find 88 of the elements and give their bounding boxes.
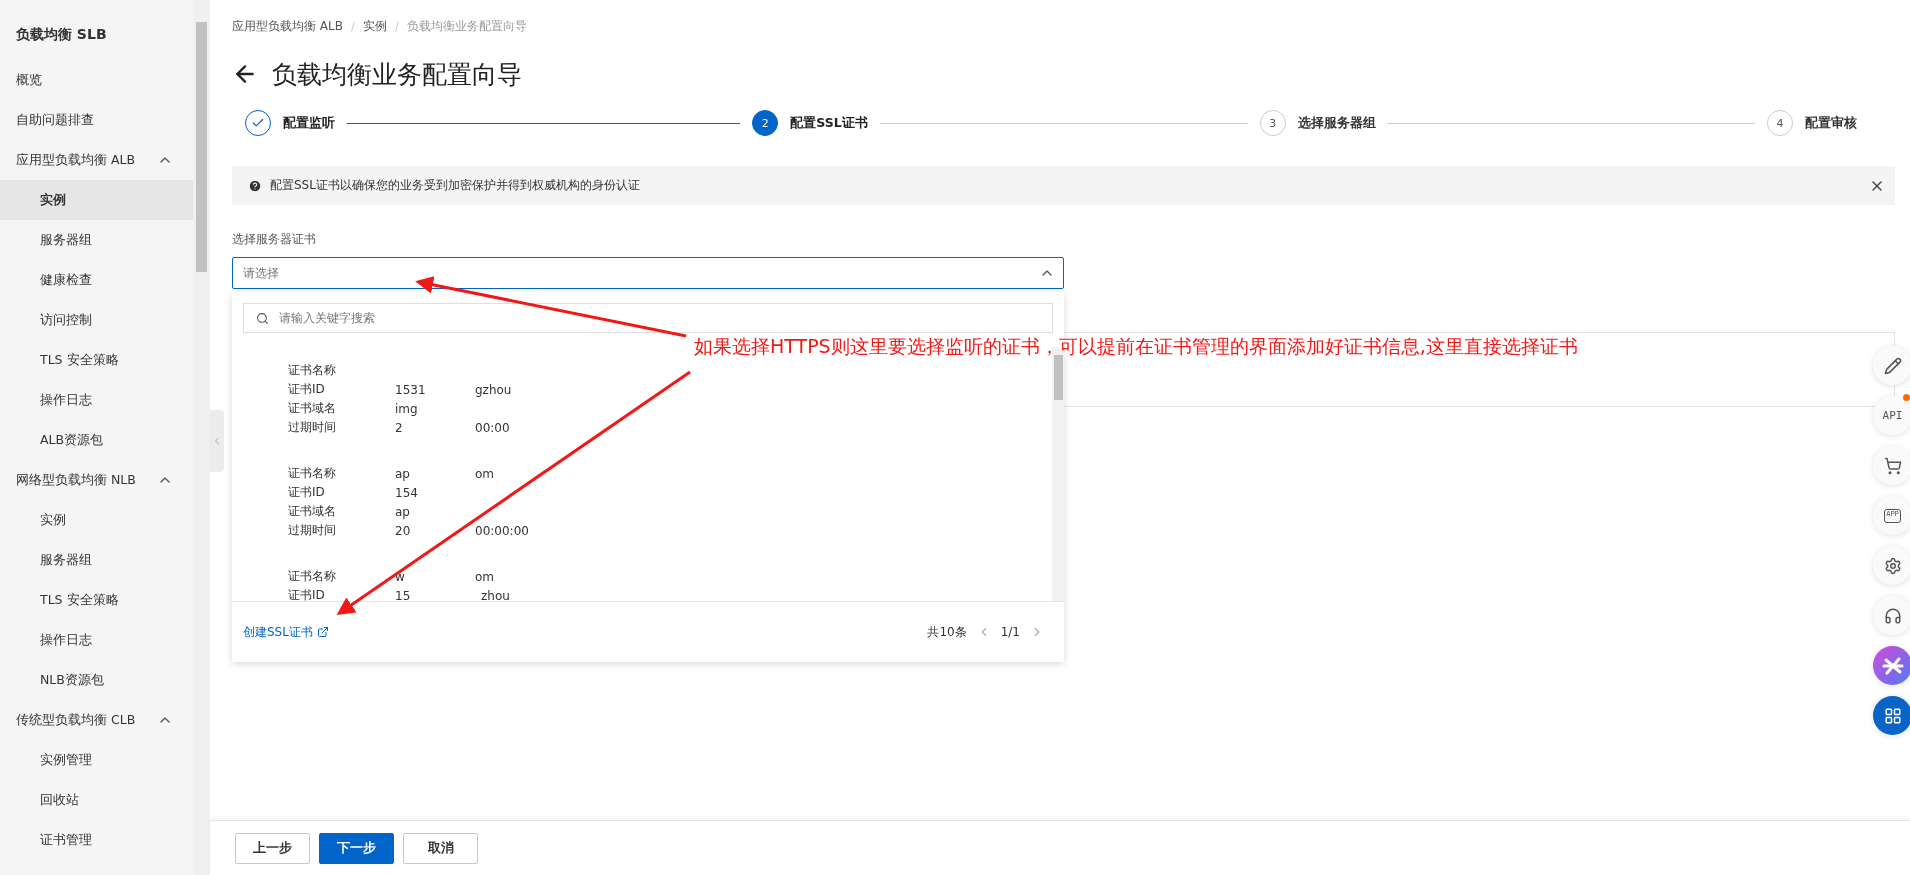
breadcrumb-link[interactable]: 应用型负载均衡 ALB — [232, 17, 343, 35]
field-name: 证书名称 — [288, 568, 337, 585]
field-name: 证书ID — [288, 381, 326, 398]
collapse-handle[interactable] — [210, 410, 224, 472]
field-value: 1531 — [395, 382, 427, 397]
field-value: w — [395, 569, 406, 584]
floating-tool-button[interactable] — [1873, 646, 1910, 685]
external-link-icon — [316, 626, 329, 638]
field-value: 2 — [395, 420, 404, 435]
search-icon — [256, 311, 269, 325]
sidebar-item[interactable]: 实例 — [0, 180, 193, 220]
breadcrumb-link[interactable]: 实例 — [363, 17, 387, 35]
field-value: ap — [395, 466, 411, 481]
help-icon — [248, 178, 262, 193]
field-value: img — [395, 401, 419, 416]
headset-icon — [1883, 606, 1902, 625]
floating-tool-button[interactable] — [1873, 696, 1910, 735]
field-value: 15 — [395, 588, 412, 601]
sidebar-item[interactable]: 自助问题排查 — [0, 100, 193, 140]
sidebar-item[interactable]: 操作日志 — [0, 620, 193, 660]
api-icon: API — [1882, 409, 1903, 422]
field-name: 证书域名 — [288, 400, 337, 417]
alert-text: 配置SSL证书以确保您的业务受到加密保护并得到权威机构的身份认证 — [270, 177, 641, 194]
step-label: 选择服务器组 — [1297, 114, 1376, 132]
total-count: 共10条 — [927, 623, 967, 641]
sidebar-item[interactable]: 概览 — [0, 60, 193, 100]
field-name: 证书ID — [288, 587, 326, 601]
sidebar-item[interactable]: 应用型负载均衡 ALB — [0, 140, 193, 180]
floating-tool-button[interactable]: API — [1873, 396, 1910, 435]
sidebar-item[interactable]: 回收站 — [0, 780, 193, 820]
field-value: 00:00 — [475, 420, 511, 435]
sidebar-item[interactable]: ALB资源包 — [0, 420, 193, 460]
field-value: om — [475, 466, 496, 481]
certificate-select[interactable]: 请选择 — [232, 257, 1064, 289]
sidebar-title: 负载均衡 SLB — [15, 25, 108, 44]
breadcrumb-separator: / — [395, 19, 400, 33]
sidebar-item[interactable]: NLB资源包 — [0, 660, 193, 700]
step-indicator: 4 — [1767, 110, 1793, 136]
step-label: 配置审核 — [1805, 114, 1857, 132]
settings-icon — [1883, 556, 1902, 575]
sidebar-item[interactable]: 实例 — [0, 500, 193, 540]
page-title: 负载均衡业务配置向导 — [272, 58, 522, 91]
pencil-icon — [1883, 356, 1902, 375]
create-certificate-link[interactable]: 创建SSL证书 — [243, 623, 329, 641]
step-indicator: 2 — [752, 110, 779, 136]
field-value: 154 — [395, 485, 419, 500]
certificate-option[interactable]: 证书名称 证书ID 1531 gzhou 证书域名 img 过期时间 2 00:00 — [288, 361, 1052, 437]
step-label: 配置SSL证书 — [790, 114, 868, 132]
sidebar-item[interactable]: 访问控制 — [0, 300, 193, 340]
floating-tool-button[interactable] — [1873, 346, 1910, 385]
footer-button[interactable]: 上一步 — [235, 832, 310, 864]
footer-button[interactable]: 下一步 — [319, 832, 394, 864]
field-name: 证书名称 — [288, 465, 337, 482]
field-name: 证书ID — [288, 484, 326, 501]
scrollbar[interactable] — [193, 0, 210, 875]
certificate-option[interactable]: 证书名称 ap om 证书ID 154 证书域名 ap 过期时间 20 00:00:00 — [288, 464, 1052, 540]
sidebar-item[interactable]: 网络型负载均衡 NLB — [0, 460, 193, 500]
field-value: om — [475, 569, 496, 584]
annotation-text: 如果选择HTTPS则这里要选择监听的证书，可以提前在证书管理的界面添加好证书信息,这里直接选择证书 — [694, 334, 1578, 359]
sidebar-item[interactable]: TLS 安全策略 — [0, 580, 193, 620]
floating-tool-button[interactable] — [1873, 446, 1910, 485]
sidebar-item[interactable]: 传统型负载均衡 CLB — [0, 700, 193, 740]
sidebar-item[interactable]: 操作日志 — [0, 380, 193, 420]
sidebar-item[interactable]: 健康检查 — [0, 260, 193, 300]
field-name: 证书名称 — [288, 362, 337, 379]
floating-tool-button[interactable] — [1873, 596, 1910, 635]
field-name: 过期时间 — [288, 522, 337, 539]
floating-tool-button[interactable] — [1873, 546, 1910, 585]
field-name: 过期时间 — [288, 419, 337, 436]
field-label: 选择服务器证书 — [232, 231, 317, 248]
cart-icon — [1883, 456, 1902, 475]
sidebar-item[interactable]: 服务器组 — [0, 220, 193, 260]
apps-icon — [1883, 706, 1902, 725]
field-value: gzhou — [475, 382, 513, 397]
sidebar-item[interactable]: TLS 安全策略 — [0, 340, 193, 380]
page-indicator: 1/1 — [1000, 625, 1020, 639]
field-name: 证书域名 — [288, 503, 337, 520]
footer-button[interactable]: 取消 — [403, 832, 478, 864]
step-label: 配置监听 — [283, 114, 335, 132]
sidebar-item[interactable]: 证书管理 — [0, 820, 193, 860]
field-value: 20 — [395, 523, 412, 538]
breadcrumb-separator: / — [350, 19, 355, 33]
sidebar-item[interactable]: 服务器组 — [0, 540, 193, 580]
sidebar-item[interactable]: 实例管理 — [0, 740, 193, 780]
field-value: 00:00:00 — [475, 523, 530, 538]
search-field[interactable]: 请输入关键字搜索 — [243, 303, 1053, 333]
field-value: ap — [395, 504, 411, 519]
step-indicator: 3 — [1259, 110, 1286, 136]
